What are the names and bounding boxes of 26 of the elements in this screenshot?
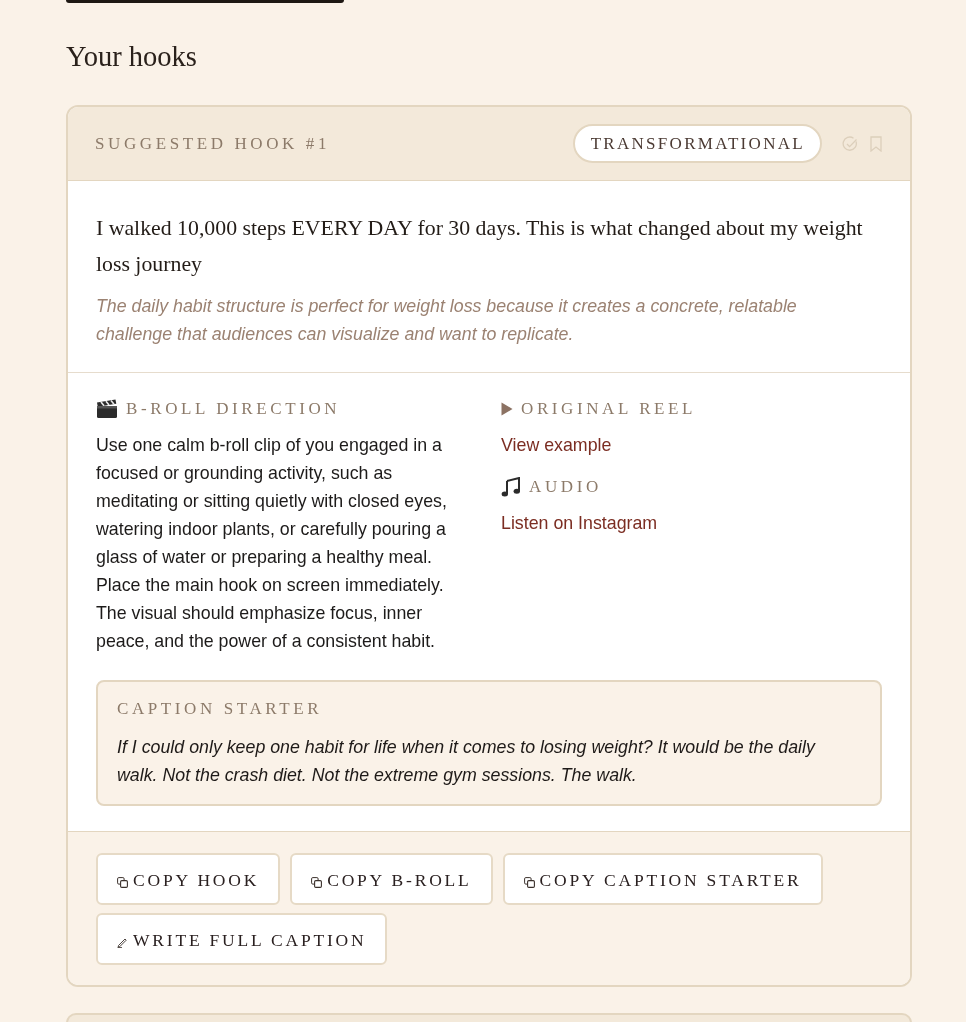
copy-button[interactable]: COPY CAPTION STARTER	[502, 853, 823, 905]
reel-link[interactable]: View example	[501, 431, 612, 459]
play-icon	[501, 402, 513, 416]
caption-text: If I could only keep one habit for life when it comes to losing weight? It would be the daily walk. Not the crash diet. Not the extreme gym sessions. The walk.	[117, 736, 817, 787]
copy-button[interactable]: COPY HOOK	[96, 853, 281, 905]
category-tag: TRANSFORMATIONAL	[572, 124, 822, 163]
section-heading: Your hooks	[66, 40, 198, 74]
copy-icon	[311, 876, 323, 888]
hook-text: I walked 10,000 steps EVERY DAY for 30 days. This is what changed about my weight loss journey	[96, 215, 864, 278]
copy-button[interactable]: COPY B-ROLL	[290, 853, 493, 905]
write-caption-button[interactable]: WRITE FULL CAPTION	[96, 913, 388, 965]
pencil-icon	[117, 936, 128, 948]
audio-link[interactable]: Listen on Instagram	[501, 509, 658, 537]
section-title: B-ROLL DIRECTION	[126, 398, 341, 420]
broll-text: Use one calm b-roll clip of you engaged in a focused or grounding activity, such as meditating or sitting quietly with closed eyes, watering indoor plants, or carefully pouring a glass of water or preparing a healthy meal. Place the main hook on screen immediately. The visual should emphasize focus, inner peace, and the power of a consistent habit.	[96, 434, 448, 653]
caption-title: CAPTION STARTER	[117, 698, 324, 720]
bookmark-icon[interactable]	[870, 135, 882, 152]
section-title: ORIGINAL REEL	[521, 398, 697, 420]
clapperboard-icon	[96, 399, 118, 419]
mark-done-icon[interactable]	[842, 135, 858, 152]
hook-label: SUGGESTED HOOK #1	[95, 133, 331, 154]
music-note-icon	[501, 477, 521, 497]
section-title: AUDIO	[529, 476, 602, 498]
hook-reason: The daily habit structure is perfect for weight loss because it creates a concrete, relatable challenge that audiences can visualize and want to replicate.	[96, 295, 798, 346]
copy-icon	[117, 876, 128, 888]
copy-icon	[523, 876, 535, 888]
